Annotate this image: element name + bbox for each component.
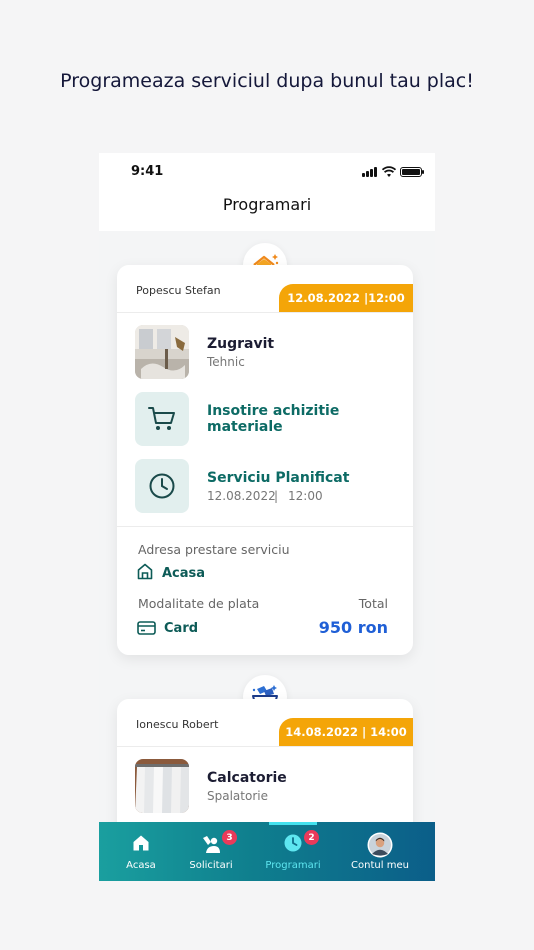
service-title: Zugravit <box>207 336 275 352</box>
tab-acasa[interactable]: Acasa <box>113 822 169 881</box>
home-outline-icon <box>137 563 153 580</box>
cart-icon <box>148 407 175 430</box>
service-title: Calcatorie <box>207 770 287 786</box>
appointment-datetime: 14.08.2022 | 14:00 <box>279 718 413 746</box>
tab-bar: Acasa 3 Solicitari 2 Programari Contul m… <box>99 822 435 881</box>
worker-icon <box>203 836 220 853</box>
extra-service-row[interactable]: Insotire achizitie materiale <box>135 392 395 446</box>
avatar <box>367 832 393 858</box>
phone-screen: 9:41 Programari Popescu Stefan 12.08.202… <box>99 153 435 881</box>
clock-icon <box>149 473 175 499</box>
payment-value: Card <box>164 621 199 636</box>
planned-title: Serviciu Planificat <box>207 470 350 486</box>
planned-row: Serviciu Planificat 12.08.2022 | 12:00 <box>135 459 395 513</box>
total-price: 950 ron <box>318 618 388 637</box>
tab-contul-meu[interactable]: Contul meu <box>347 822 413 881</box>
divider <box>117 746 413 747</box>
divider <box>117 312 413 313</box>
tab-label: Acasa <box>126 860 156 871</box>
extra-title-line1: Insotire achizitie <box>207 403 340 419</box>
planned-separator: | <box>274 489 279 503</box>
tab-solicitari[interactable]: 3 Solicitari <box>183 822 239 881</box>
service-row[interactable]: Calcatorie Spalatorie <box>135 759 395 813</box>
status-time: 9:41 <box>131 164 164 179</box>
page-title: Programari <box>222 195 312 214</box>
signal-icon <box>362 167 378 177</box>
notification-badge: 3 <box>222 830 237 845</box>
client-name: Ionescu Robert <box>136 718 219 731</box>
status-bar: 9:41 <box>99 153 435 189</box>
battery-icon <box>400 167 424 177</box>
address-value: Acasa <box>162 566 206 581</box>
service-row[interactable]: Zugravit Tehnic <box>135 325 395 379</box>
tab-label: Programari <box>265 860 321 871</box>
clock-icon <box>284 834 302 852</box>
appointment-datetime: 12.08.2022 |12:00 <box>279 284 413 312</box>
card-icon <box>137 621 156 635</box>
divider <box>117 526 413 527</box>
clock-icon-box <box>135 459 189 513</box>
wifi-icon <box>382 166 396 177</box>
service-thumbnail <box>135 325 189 379</box>
service-subtitle: Spalatorie <box>207 789 268 803</box>
planned-date: 12.08.2022 <box>207 489 276 503</box>
notification-badge: 2 <box>304 830 319 845</box>
cart-icon-box <box>135 392 189 446</box>
service-subtitle: Tehnic <box>207 355 245 369</box>
home-icon <box>133 835 149 851</box>
tab-label: Contul meu <box>351 860 409 871</box>
client-name: Popescu Stefan <box>136 284 221 297</box>
service-thumbnail <box>135 759 189 813</box>
extra-title-line2: materiale <box>207 419 283 435</box>
total-label: Total <box>358 596 388 611</box>
appointment-card[interactable]: Popescu Stefan 12.08.2022 |12:00 Zugravi… <box>117 265 413 655</box>
nav-bar: Programari <box>99 189 435 231</box>
promo-headline: Programeaza serviciul dupa bunul tau pla… <box>60 70 474 92</box>
tab-programari[interactable]: 2 Programari <box>264 822 322 881</box>
address-label: Adresa prestare serviciu <box>138 542 290 557</box>
tab-label: Solicitari <box>189 860 233 871</box>
payment-label: Modalitate de plata <box>138 596 260 611</box>
planned-time: 12:00 <box>288 489 323 503</box>
